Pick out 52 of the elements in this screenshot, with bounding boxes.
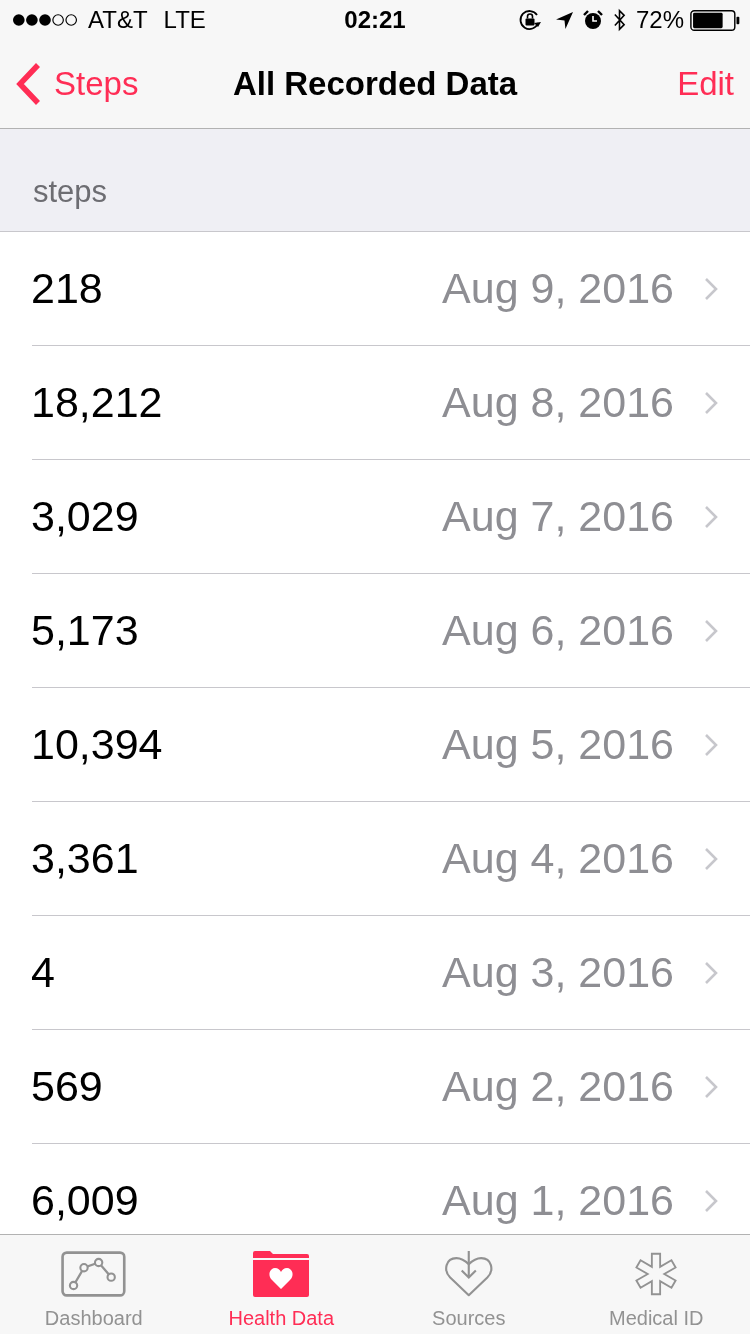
data-row[interactable]: 3,361 Aug 4, 2016: [32, 802, 750, 916]
chevron-icon: [704, 276, 718, 301]
step-count: 6,009: [31, 1176, 139, 1225]
chevron-icon: [704, 846, 718, 871]
record-date: Aug 6, 2016: [442, 606, 674, 655]
page-title: All Recorded Data: [232, 65, 518, 103]
battery-percent: 72%: [635, 6, 684, 34]
step-count: 218: [31, 264, 103, 313]
record-date: Aug 7, 2016: [442, 492, 674, 541]
record-date: Aug 1, 2016: [442, 1176, 674, 1225]
chevron-icon: [704, 960, 718, 985]
step-count: 5,173: [31, 606, 139, 655]
data-row[interactable]: 569 Aug 2, 2016: [32, 1030, 750, 1144]
section-header: steps: [33, 174, 108, 210]
clock-time: 02:21: [344, 6, 406, 34]
step-count: 18,212: [31, 378, 163, 427]
signal-icon: [12, 13, 78, 27]
back-chevron-icon: [16, 62, 42, 106]
data-row[interactable]: 4 Aug 3, 2016: [32, 916, 750, 1030]
chevron-icon: [704, 1074, 718, 1099]
chevron-icon: [704, 1188, 718, 1213]
chevron-icon: [704, 390, 718, 415]
step-count: 569: [31, 1062, 103, 1111]
chevron-icon: [704, 732, 718, 757]
step-count: 3,361: [31, 834, 139, 883]
bluetooth-icon: [612, 8, 626, 32]
record-date: Aug 2, 2016: [442, 1062, 674, 1111]
record-date: Aug 8, 2016: [442, 378, 674, 427]
rotation-lock-icon: [517, 8, 542, 32]
step-count: 10,394: [31, 720, 163, 769]
step-count: 4: [31, 948, 55, 997]
network-type: LTE: [163, 6, 206, 34]
data-row[interactable]: 3,029 Aug 7, 2016: [32, 460, 750, 574]
chevron-icon: [704, 618, 718, 643]
alarm-clock-icon: [582, 10, 603, 30]
location-arrow-icon: [555, 11, 573, 29]
record-date: Aug 4, 2016: [442, 834, 674, 883]
asterisk-icon: [633, 1251, 680, 1297]
data-row[interactable]: 5,173 Aug 6, 2016: [32, 574, 750, 688]
step-count: 3,029: [31, 492, 139, 541]
folder-heart-icon: [253, 1251, 310, 1297]
data-row[interactable]: 10,394 Aug 5, 2016: [32, 688, 750, 802]
data-row[interactable]: 218 Aug 9, 2016: [32, 232, 750, 346]
battery-icon: [690, 9, 740, 31]
carrier-name: AT&T: [88, 6, 148, 34]
record-date: Aug 9, 2016: [442, 264, 674, 313]
heart-download-icon: [444, 1251, 494, 1297]
record-date: Aug 5, 2016: [442, 720, 674, 769]
chevron-icon: [704, 504, 718, 529]
chart-icon: [61, 1251, 127, 1297]
data-row[interactable]: 18,212 Aug 8, 2016: [32, 346, 750, 460]
record-date: Aug 3, 2016: [442, 948, 674, 997]
